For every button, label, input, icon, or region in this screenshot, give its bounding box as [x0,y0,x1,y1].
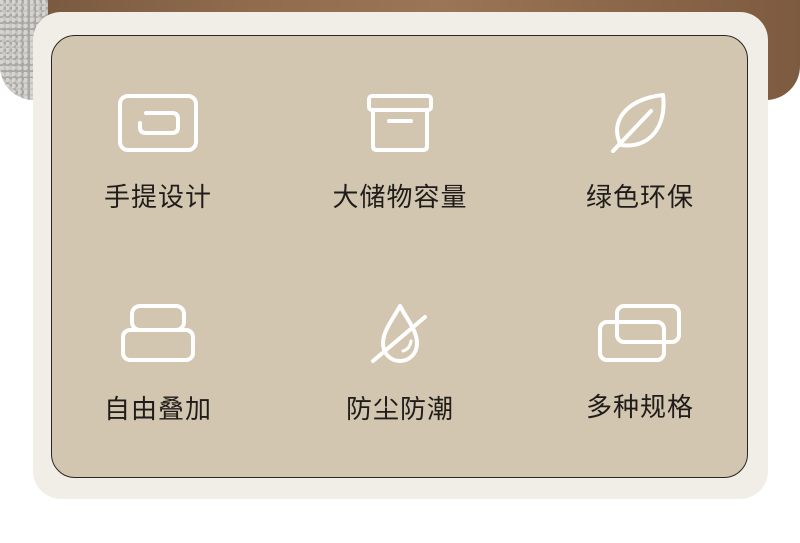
feature-label: 大储物容量 [332,183,468,213]
feature-label: 自由叠加 [103,395,212,425]
feature-label: 绿色环保 [585,183,694,213]
storage-box-icon [367,94,433,152]
multiple-sizes-icon [598,304,681,362]
feature-free-stacking: 自由叠加 [58,303,258,426]
leaf-icon [611,93,666,153]
stack-icon [121,304,195,362]
feature-eco-friendly: 绿色环保 [540,93,740,214]
feature-handle-design: 手提设计 [58,93,258,214]
feature-dust-moisture-proof: 防尘防潮 [300,303,500,426]
feature-multiple-sizes: 多种规格 [540,303,740,424]
feature-storage-capacity: 大储物容量 [300,93,500,214]
handle-icon [118,94,198,152]
feature-label: 防尘防潮 [345,395,454,425]
feature-section: 手提设计 大储物容量 绿色环保 自由叠加 防尘防潮 多种规格 [0,0,800,543]
feature-label: 手提设计 [103,183,212,213]
waterproof-drop-icon [371,304,427,363]
feature-label: 多种规格 [585,393,694,423]
